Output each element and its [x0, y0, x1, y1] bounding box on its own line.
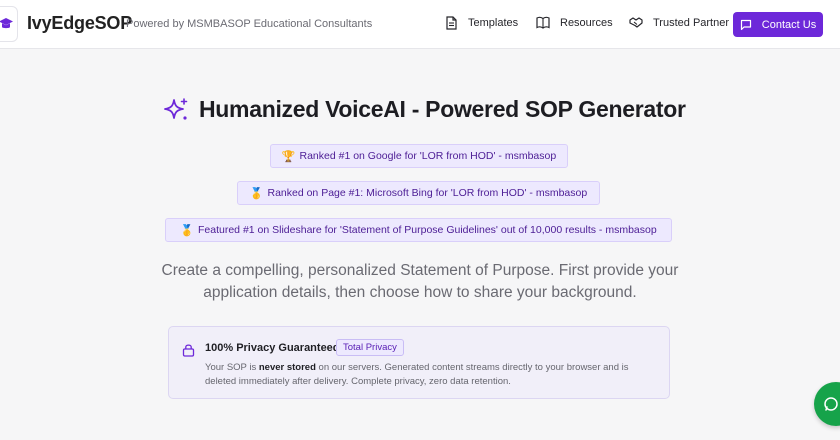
intro-text: Create a compelling, personalized Statem… — [140, 260, 700, 304]
ranking-badge-slideshare: 🥇 Featured #1 on Slideshare for 'Stateme… — [165, 218, 672, 242]
top-header: IvyEdgeSOP Powered by MSMBASOP Education… — [0, 0, 840, 49]
brand-logo[interactable] — [0, 6, 18, 42]
nav-templates-label: Templates — [468, 17, 519, 29]
chat-bubble-icon — [740, 19, 751, 30]
nav-resources-label: Resources — [560, 16, 613, 29]
hero-title-row: Humanized VoiceAI - Powered SOP Generato… — [163, 96, 686, 123]
brand-tagline: Powered by MSMBASOP Educational Consulta… — [126, 18, 373, 30]
trophy-icon: 🏆 — [281, 150, 296, 163]
more-menu-icon[interactable]: ⋮ — [836, 14, 840, 28]
whatsapp-icon — [824, 397, 838, 411]
graduation-cap-icon — [0, 18, 13, 29]
page-title: Humanized VoiceAI - Powered SOP Generato… — [199, 96, 686, 122]
document-icon — [446, 16, 457, 30]
chat-fab-button[interactable] — [814, 382, 840, 426]
ranking-badge-bing-text: Ranked on Page #1: Microsoft Bing for 'L… — [267, 187, 588, 199]
brand-name[interactable]: IvyEdgeSOP — [27, 13, 132, 34]
nav-trusted-partner-label: Trusted Partner — [653, 16, 730, 29]
ranking-badge-bing: 🥇 Ranked on Page #1: Microsoft Bing for … — [237, 181, 600, 205]
privacy-card: 100% Privacy Guaranteed Total Privacy Yo… — [168, 326, 670, 399]
book-open-icon — [536, 16, 550, 29]
nav-trusted-partner[interactable]: Trusted Partner — [629, 16, 729, 29]
ranking-badge-google-text: Ranked #1 on Google for 'LOR from HOD' -… — [299, 150, 557, 162]
handshake-icon — [629, 17, 643, 28]
nav-resources[interactable]: Resources — [536, 16, 613, 29]
intro-line-1: Create a compelling, personalized Statem… — [161, 262, 679, 279]
nav-templates[interactable]: Templates — [445, 16, 518, 30]
sparkles-icon — [164, 97, 188, 120]
contact-us-label: Contact Us — [761, 18, 817, 31]
privacy-title: 100% Privacy Guaranteed — [205, 342, 340, 354]
ranking-badge-google: 🏆 Ranked #1 on Google for 'LOR from HOD'… — [270, 144, 568, 168]
medal-icon: 🥇 — [249, 187, 264, 200]
privacy-description: Your SOP is never stored on our servers.… — [205, 361, 655, 388]
contact-us-button[interactable]: Contact Us — [733, 12, 823, 37]
privacy-text-bold: never stored — [258, 362, 316, 373]
privacy-pill: Total Privacy — [336, 339, 404, 356]
privacy-text-part-1: Your SOP is — [205, 362, 259, 373]
lock-icon — [182, 344, 195, 357]
ranking-badge-slideshare-text: Featured #1 on Slideshare for 'Statement… — [198, 224, 657, 236]
medal-icon: 🥇 — [180, 224, 194, 237]
intro-line-2: application details, then choose how to … — [203, 284, 637, 301]
